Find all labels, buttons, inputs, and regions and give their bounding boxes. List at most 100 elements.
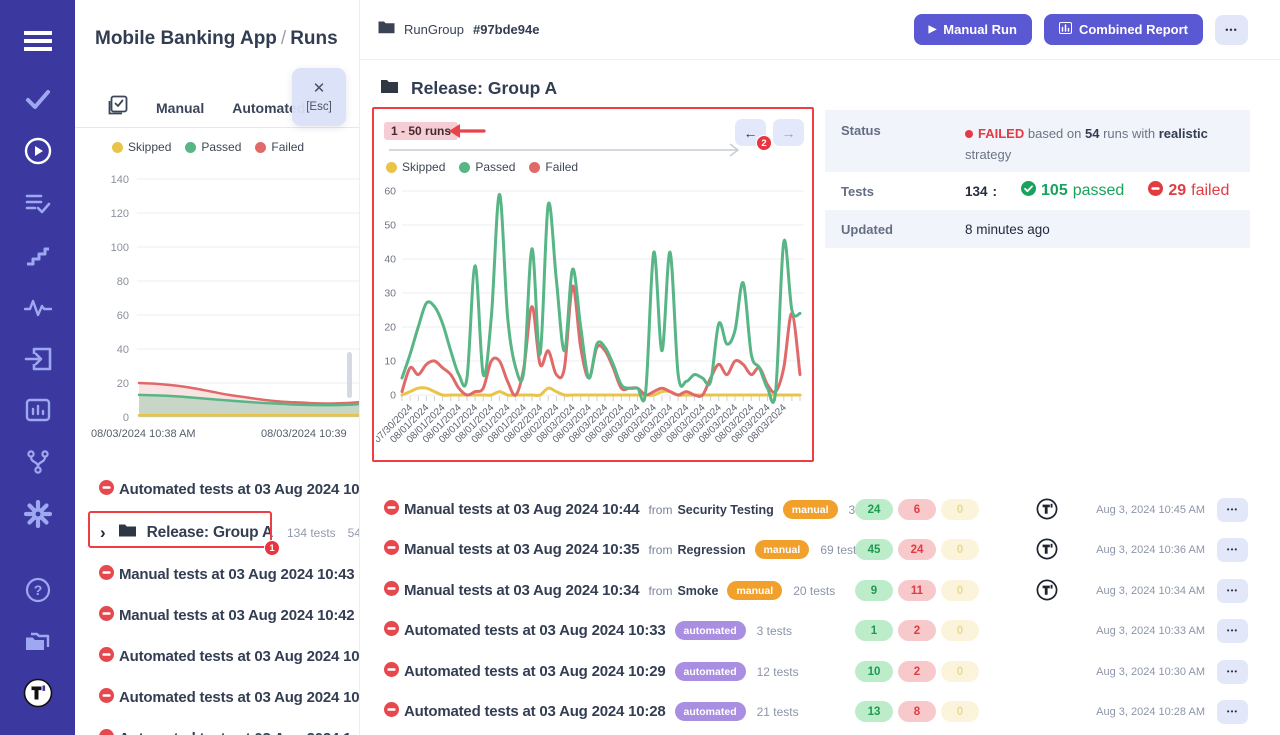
run-group-item-release-group-a[interactable]: › Release: Group A 134 tests 54 r <box>75 512 360 553</box>
row-more-button[interactable]: ••• <box>1217 660 1248 684</box>
svg-text:80: 80 <box>117 276 129 288</box>
run-row[interactable]: Manual tests at 03 Aug 2024 10:35 from R… <box>360 529 1280 570</box>
testomat-logo-icon[interactable] <box>23 678 53 708</box>
chevron-right-icon[interactable]: › <box>100 524 106 541</box>
failed-status-icon <box>99 565 114 585</box>
run-result-pills: 24 6 0 <box>855 499 979 520</box>
skipped-dot-icon <box>386 162 397 173</box>
manual-run-button[interactable]: ▶ Manual Run <box>914 14 1032 45</box>
tests-value: 134 : 105 passed 29 failed <box>965 181 1229 201</box>
failed-status-icon <box>384 621 399 641</box>
passed-pill: 1 <box>855 620 893 641</box>
row-more-button[interactable]: ••• <box>1217 700 1248 724</box>
run-type-badge: manual <box>783 500 838 519</box>
svg-text:20: 20 <box>117 378 129 390</box>
skipped-pill: 0 <box>941 580 979 601</box>
run-type-badge: automated <box>675 702 746 721</box>
runs-side-panel: Mobile Banking App/Runs Manual Automated… <box>75 0 360 735</box>
esc-hint: [Esc] <box>306 101 332 113</box>
close-panel-popup[interactable]: ✕ [Esc] <box>292 68 346 126</box>
import-icon[interactable] <box>24 347 52 371</box>
list-check-icon[interactable] <box>25 192 51 216</box>
combined-report-button[interactable]: Combined Report <box>1044 14 1203 45</box>
legend-passed: Passed <box>185 140 241 154</box>
bar-chart-icon[interactable] <box>25 398 51 422</box>
steps-icon[interactable] <box>25 245 51 267</box>
check-icon[interactable] <box>25 89 51 111</box>
tests-label: Tests <box>841 184 965 199</box>
legend-skipped: Skipped <box>386 160 445 174</box>
passed-pill: 10 <box>855 661 893 682</box>
failed-status-icon <box>99 688 114 708</box>
rungroup-id: #97bde94e <box>473 22 540 37</box>
run-tests-count: 20 tests <box>793 584 835 598</box>
row-more-button[interactable]: ••• <box>1217 619 1248 643</box>
runs-history-chart-card: 1 - 50 runs ← → 2 Skipped Passed Failed … <box>372 107 814 462</box>
svg-text:40: 40 <box>117 344 129 356</box>
activity-icon[interactable] <box>24 297 52 317</box>
run-list-item[interactable]: Automated tests at 03 Aug 2024 10 <box>75 636 360 677</box>
projects-icon[interactable] <box>24 630 52 654</box>
passed-pill: 45 <box>855 539 893 560</box>
svg-text:10: 10 <box>384 356 396 368</box>
svg-text:0: 0 <box>390 390 396 402</box>
run-list-item[interactable]: Automated tests at 03 Aug 2024 10 <box>75 469 360 510</box>
run-list-item[interactable]: Manual tests at 03 Aug 2024 10:43 <box>75 554 360 595</box>
tests-row: Tests 134 : 105 passed 29 failed <box>825 172 1250 210</box>
run-row[interactable]: Manual tests at 03 Aug 2024 10:34 from S… <box>360 570 1280 611</box>
row-more-button[interactable]: ••• <box>1217 498 1248 522</box>
failed-pill: 2 <box>898 661 936 682</box>
run-list-item[interactable]: Automated tests at 03 Aug 2024 1 <box>75 718 360 735</box>
group-heading: Release: Group A <box>380 78 557 99</box>
row-more-button[interactable]: ••• <box>1217 579 1248 603</box>
run-list-item[interactable]: Manual tests at 03 Aug 2024 10:42 <box>75 595 360 636</box>
branch-icon[interactable] <box>25 449 51 475</box>
run-row[interactable]: Automated tests at 03 Aug 2024 10:33 aut… <box>360 610 1280 651</box>
close-icon[interactable]: ✕ <box>313 81 326 96</box>
run-type-badge: automated <box>675 621 746 640</box>
svg-text:08/03/2024 10:38 AM: 08/03/2024 10:38 AM <box>91 428 196 440</box>
svg-text:100: 100 <box>111 242 129 254</box>
play-circle-icon[interactable] <box>24 137 52 165</box>
help-icon[interactable]: ? <box>25 577 51 603</box>
folder-icon <box>378 20 395 39</box>
passed-pill: 9 <box>855 580 893 601</box>
tab-manual[interactable]: Manual <box>156 100 204 116</box>
sidebar: ? <box>0 0 75 735</box>
panel-scrollbar[interactable] <box>347 352 352 398</box>
run-row[interactable]: Automated tests at 03 Aug 2024 10:28 aut… <box>360 691 1280 732</box>
annotation-step-1-badge: 1 <box>264 540 280 556</box>
checklist-filter-icon[interactable] <box>108 95 128 120</box>
failed-pill: 8 <box>898 701 936 722</box>
rungroup-label: RunGroup <box>404 22 464 37</box>
run-result-pills: 13 8 0 <box>855 701 979 722</box>
failed-status-icon <box>384 540 399 560</box>
run-row[interactable]: Manual tests at 03 Aug 2024 10:44 from S… <box>360 489 1280 530</box>
mini-chart-legend: Skipped Passed Failed <box>112 140 304 154</box>
run-row[interactable]: Automated tests at 03 Aug 2024 10:29 aut… <box>360 651 1280 692</box>
svg-text:50: 50 <box>384 220 396 232</box>
next-page-button[interactable]: → <box>773 119 804 146</box>
breadcrumb-project[interactable]: Mobile Banking App <box>95 28 277 49</box>
failed-pill: 24 <box>898 539 936 560</box>
passed-dot-icon <box>185 142 196 153</box>
run-list-item[interactable]: Automated tests at 03 Aug 2024 10 <box>75 677 360 718</box>
legend-skipped: Skipped <box>112 140 171 154</box>
run-tests-count: 3 tests <box>757 624 792 638</box>
run-date: Aug 3, 2024 10:30 AM <box>1055 666 1205 678</box>
settings-icon[interactable] <box>24 500 52 528</box>
play-icon: ▶ <box>929 25 937 35</box>
run-result-pills: 45 24 0 <box>855 539 979 560</box>
menu-icon[interactable] <box>24 30 52 52</box>
svg-text:30: 30 <box>384 288 396 300</box>
rungroup-header: RunGroup #97bde94e ▶ Manual Run Combined… <box>360 0 1280 60</box>
failed-status-icon <box>99 729 114 735</box>
folder-icon <box>380 78 399 99</box>
header-more-button[interactable]: ••• <box>1215 15 1248 45</box>
failed-status-icon <box>99 480 114 500</box>
run-tests-count: 12 tests <box>757 665 799 679</box>
svg-text:140: 140 <box>111 174 129 186</box>
run-date: Aug 3, 2024 10:36 AM <box>1055 544 1205 556</box>
row-more-button[interactable]: ••• <box>1217 538 1248 562</box>
main-content: RunGroup #97bde94e ▶ Manual Run Combined… <box>360 0 1280 735</box>
